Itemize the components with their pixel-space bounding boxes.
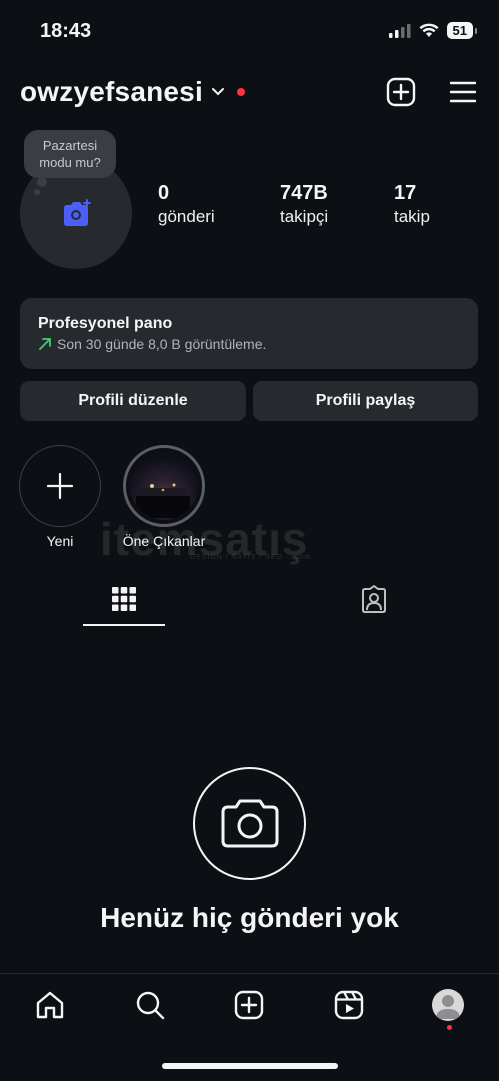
create-button[interactable] bbox=[386, 77, 416, 110]
empty-state-text: Henüz hiç gönderi yok bbox=[100, 902, 399, 933]
profile-avatar-icon bbox=[432, 989, 464, 1021]
nav-home[interactable] bbox=[33, 988, 67, 1022]
add-photo-camera-icon bbox=[64, 199, 91, 226]
chevron-down-icon bbox=[211, 88, 224, 96]
tab-posts-grid[interactable] bbox=[112, 587, 136, 614]
nav-search[interactable] bbox=[133, 988, 167, 1022]
active-tab-indicator bbox=[83, 624, 165, 626]
plus-square-icon bbox=[386, 77, 416, 107]
highlight-label: Yeni bbox=[46, 533, 74, 549]
home-icon bbox=[36, 991, 64, 1019]
account-switcher[interactable]: owzyefsanesi bbox=[20, 76, 245, 108]
stat-followers[interactable]: 747B takipçi bbox=[280, 182, 328, 227]
new-highlight-button[interactable] bbox=[19, 445, 101, 527]
edit-profile-button[interactable]: Profili düzenle bbox=[20, 381, 246, 421]
highlight-cover-image bbox=[130, 452, 198, 520]
tab-tagged[interactable] bbox=[359, 585, 389, 618]
empty-state-camera-circle[interactable] bbox=[193, 767, 306, 880]
stat-value: 17 bbox=[394, 182, 417, 204]
plus-square-icon bbox=[234, 990, 264, 1020]
status-icons: 51 bbox=[388, 22, 478, 39]
signal-icon bbox=[388, 23, 411, 38]
menu-button[interactable] bbox=[449, 80, 477, 107]
notification-dot bbox=[236, 88, 245, 96]
share-profile-button[interactable]: Profili paylaş bbox=[253, 381, 478, 421]
stat-label: takip bbox=[394, 207, 430, 226]
grid-icon bbox=[112, 587, 136, 611]
stat-label: gönderi bbox=[158, 207, 215, 226]
note-bubble-tail-small bbox=[34, 189, 40, 195]
wifi-icon bbox=[419, 23, 439, 37]
search-icon bbox=[136, 991, 165, 1020]
note-line-2: modu mu? bbox=[39, 155, 101, 170]
stat-value: 0 bbox=[158, 182, 170, 204]
status-time: 18:43 bbox=[40, 20, 92, 42]
watermark-subtitle: DESIGN / SATIŞ / SEO · .com bbox=[190, 554, 312, 561]
note-bubble-tail bbox=[37, 177, 47, 187]
stat-value: 747B bbox=[280, 182, 328, 204]
pro-dashboard-subtitle: Son 30 günde 8,0 B görüntüleme. bbox=[57, 336, 267, 352]
pro-dashboard-title: Profesyonel pano bbox=[38, 315, 173, 332]
username: owzyefsanesi bbox=[20, 76, 203, 107]
stat-posts[interactable]: 0 gönderi bbox=[158, 182, 215, 227]
plus-icon bbox=[46, 472, 74, 500]
stat-label: takipçi bbox=[280, 207, 329, 226]
tagged-person-icon bbox=[362, 585, 386, 613]
reels-icon bbox=[334, 990, 364, 1020]
note-bubble[interactable]: Pazartesi modu mu? bbox=[24, 130, 116, 178]
battery-icon: 51 bbox=[446, 22, 478, 39]
note-line-1: Pazartesi bbox=[42, 138, 98, 153]
nav-profile[interactable] bbox=[431, 988, 465, 1022]
profile-notification-dot bbox=[447, 1025, 452, 1030]
camera-icon bbox=[221, 799, 278, 847]
professional-dashboard[interactable]: Profesyonel pano Son 30 günde 8,0 B görü… bbox=[20, 298, 478, 369]
hamburger-menu-icon bbox=[449, 81, 477, 103]
home-indicator[interactable] bbox=[162, 1063, 338, 1069]
nav-reels[interactable] bbox=[332, 988, 366, 1022]
trend-up-arrow-icon bbox=[39, 338, 51, 350]
nav-create[interactable] bbox=[232, 988, 266, 1022]
stat-following[interactable]: 17 takip bbox=[394, 182, 430, 227]
pro-dashboard-subtitle-row: Son 30 günde 8,0 B görüntüleme. bbox=[38, 336, 460, 352]
